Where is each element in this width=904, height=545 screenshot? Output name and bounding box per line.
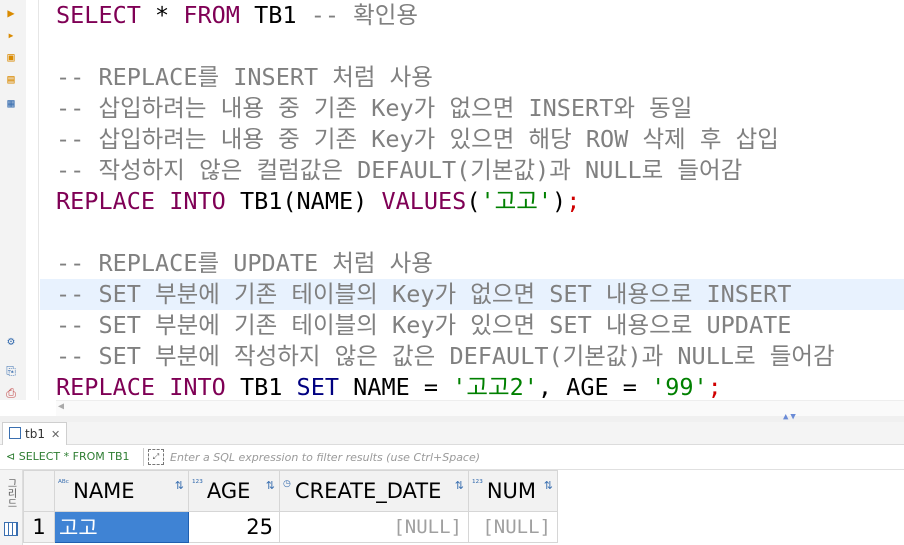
column-header-age[interactable]: ¹²³ AGE ⇅ — [188, 470, 280, 512]
column-header-num[interactable]: ¹²³ NUM ⇅ — [468, 470, 558, 512]
close-tab-icon[interactable]: ✕ — [51, 428, 60, 441]
code-token: * — [140, 1, 184, 29]
column-header-create-date[interactable]: ◷ CREATE_DATE ⇅ — [279, 470, 469, 512]
sort-filter-icon[interactable]: ⇅ — [544, 479, 553, 492]
code-token: '99' — [651, 373, 708, 400]
row-number[interactable]: 1 — [23, 511, 55, 543]
clock-icon: ◷ — [283, 479, 291, 489]
code-token: -- REPLACE를 UPDATE 처럼 사용 — [56, 249, 433, 277]
cell-name[interactable]: 고고 — [54, 511, 189, 543]
table-icon — [9, 427, 21, 439]
code-token: -- 확인용 — [310, 1, 418, 29]
code-token: TB1 — [225, 373, 297, 400]
export-icon[interactable]: ⎘ — [4, 364, 18, 378]
sql-query-icon: ⊲ — [6, 450, 19, 463]
sort-filter-icon[interactable]: ⇅ — [455, 479, 464, 492]
code-line[interactable] — [40, 217, 904, 248]
gutter-divider — [38, 0, 39, 400]
table-row[interactable]: 1 고고 25 [NULL] [NULL] — [23, 511, 558, 543]
number-type-icon: ¹²³ — [192, 479, 203, 489]
sort-filter-icon[interactable]: ⇅ — [175, 479, 184, 492]
code-token: ( — [466, 187, 481, 215]
results-grid: ᴬᴮᶜ NAME ⇅ ¹²³ AGE ⇅ ◷ CREATE_DATE ⇅ ¹²³ NUM ⇅ 1… — [23, 470, 558, 543]
header-row: ᴬᴮᶜ NAME ⇅ ¹²³ AGE ⇅ ◷ CREATE_DATE ⇅ ¹²³ NUM ⇅ — [23, 470, 558, 512]
code-token: ) — [552, 187, 567, 215]
code-line[interactable]: -- REPLACE를 UPDATE 처럼 사용 — [40, 248, 904, 279]
column-name: AGE — [206, 479, 251, 503]
cell-create-date[interactable]: [NULL] — [279, 511, 469, 543]
code-token: VALUES — [381, 187, 467, 215]
code-token: TB1(NAME) — [225, 187, 382, 215]
code-token: REPLACE — [56, 373, 156, 400]
code-line[interactable]: -- 삽입하려는 내용 중 기존 Key가 있으면 해당 ROW 삭제 후 삽입 — [40, 124, 904, 155]
collapse-arrows-icon[interactable]: ▲▼ — [783, 412, 798, 422]
code-line[interactable]: -- SET 부분에 작성하지 않은 값은 DEFAULT(기본값)과 NULL… — [40, 341, 904, 372]
editor-gutter: ▶ ▸ ▣ ▤ ▦ ⚙ ⎘ ⎙ — [0, 0, 26, 400]
code-line[interactable]: SELECT * FROM TB1 -- 확인용 — [40, 0, 904, 31]
code-line[interactable]: REPLACE INTO TB1(NAME) VALUES('고고'); — [40, 186, 904, 217]
results-tab-bar: tb1 ✕ — [0, 422, 904, 445]
results-view-switcher: 그리드 — [0, 470, 23, 545]
code-line[interactable]: -- SET 부분에 기존 테이블의 Key가 있으면 SET 내용으로 UPD… — [40, 310, 904, 341]
code-token: FROM — [183, 1, 240, 29]
results-tab-label: tb1 — [25, 427, 45, 441]
code-token: TB1 — [239, 1, 311, 29]
explain-plan-icon[interactable]: ▦ — [4, 96, 18, 110]
code-line[interactable]: REPLACE INTO TB1 SET NAME = '고고2', AGE =… — [40, 372, 904, 400]
code-token: ; — [707, 373, 722, 400]
code-token: -- 작성하지 않은 컬럼값은 DEFAULT(기본값)과 NULL로 들어감 — [56, 156, 743, 184]
cell-age[interactable]: 25 — [188, 511, 280, 543]
number-type-icon: ¹²³ — [472, 479, 483, 489]
execute-script-icon[interactable]: ▣ — [4, 50, 18, 64]
code-token: -- 삽입하려는 내용 중 기존 Key가 없으면 INSERT와 동일 — [56, 94, 693, 122]
column-name: NUM — [486, 479, 537, 503]
results-filter-bar: ⊲ SELECT * FROM TB1 ⤢ — [0, 445, 904, 470]
code-line[interactable]: -- REPLACE를 INSERT 처럼 사용 — [40, 62, 904, 93]
code-token: REPLACE — [56, 187, 156, 215]
query-text-label[interactable]: ⊲ SELECT * FROM TB1 — [6, 445, 130, 469]
code-line[interactable]: -- SET 부분에 기존 테이블의 Key가 없으면 SET 내용으로 INS… — [40, 279, 904, 310]
code-token: '고고2' — [452, 373, 538, 400]
execute-statement-icon[interactable]: ▶ — [4, 6, 18, 20]
column-name: NAME — [73, 479, 135, 503]
row-number-header — [23, 470, 55, 512]
sort-filter-icon[interactable]: ⇅ — [266, 479, 275, 492]
code-token: '고고' — [480, 187, 553, 215]
execute-statement-new-tab-icon[interactable]: ▸ — [4, 28, 18, 42]
filter-input[interactable] — [166, 447, 904, 467]
filter-divider — [143, 448, 144, 466]
editor-horizontal-scrollbar[interactable]: ◀ — [56, 400, 904, 417]
code-token: -- REPLACE를 INSERT 처럼 사용 — [56, 63, 433, 91]
code-token: SELECT — [56, 1, 141, 29]
code-line[interactable] — [40, 31, 904, 62]
log-icon[interactable]: ⎙ — [4, 386, 18, 400]
cell-num[interactable]: [NULL] — [468, 511, 558, 543]
query-text: SELECT * FROM TB1 — [18, 450, 130, 463]
code-token: -- SET 부분에 작성하지 않은 값은 DEFAULT(기본값)과 NULL… — [56, 342, 835, 370]
settings-icon[interactable]: ⚙ — [4, 334, 18, 348]
code-token: ; — [566, 187, 581, 215]
text-type-icon: ᴬᴮᶜ — [58, 479, 70, 489]
code-token: NAME = — [339, 373, 453, 400]
grid-icon[interactable] — [4, 522, 18, 536]
sql-editor[interactable]: SELECT * FROM TB1 -- 확인용 -- REPLACE를 INSE… — [40, 0, 904, 400]
results-tab-tb1[interactable]: tb1 ✕ — [2, 422, 68, 445]
code-line[interactable]: -- 삽입하려는 내용 중 기존 Key가 없으면 INSERT와 동일 — [40, 93, 904, 124]
code-token: INTO — [169, 187, 226, 215]
scroll-left-icon[interactable]: ◀ — [58, 401, 64, 412]
column-header-name[interactable]: ᴬᴮᶜ NAME ⇅ — [54, 470, 189, 512]
code-token: SET — [296, 373, 339, 400]
code-line[interactable]: -- 작성하지 않은 컬럼값은 DEFAULT(기본값)과 NULL로 들어감 — [40, 155, 904, 186]
column-name: CREATE_DATE — [294, 479, 442, 503]
code-token: -- SET 부분에 기존 테이블의 Key가 없으면 SET 내용으로 INS… — [56, 280, 792, 308]
code-token: INTO — [169, 373, 226, 400]
code-token: -- 삽입하려는 내용 중 기존 Key가 있으면 해당 ROW 삭제 후 삽입 — [56, 125, 779, 153]
grid-view-label[interactable]: 그리드 — [3, 478, 18, 508]
code-token: -- SET 부분에 기존 테이블의 Key가 있으면 SET 내용으로 UPD… — [56, 311, 792, 339]
code-token: , AGE = — [537, 373, 652, 400]
execute-script-tabs-icon[interactable]: ▤ — [4, 72, 18, 86]
expand-filter-icon[interactable]: ⤢ — [148, 449, 164, 465]
